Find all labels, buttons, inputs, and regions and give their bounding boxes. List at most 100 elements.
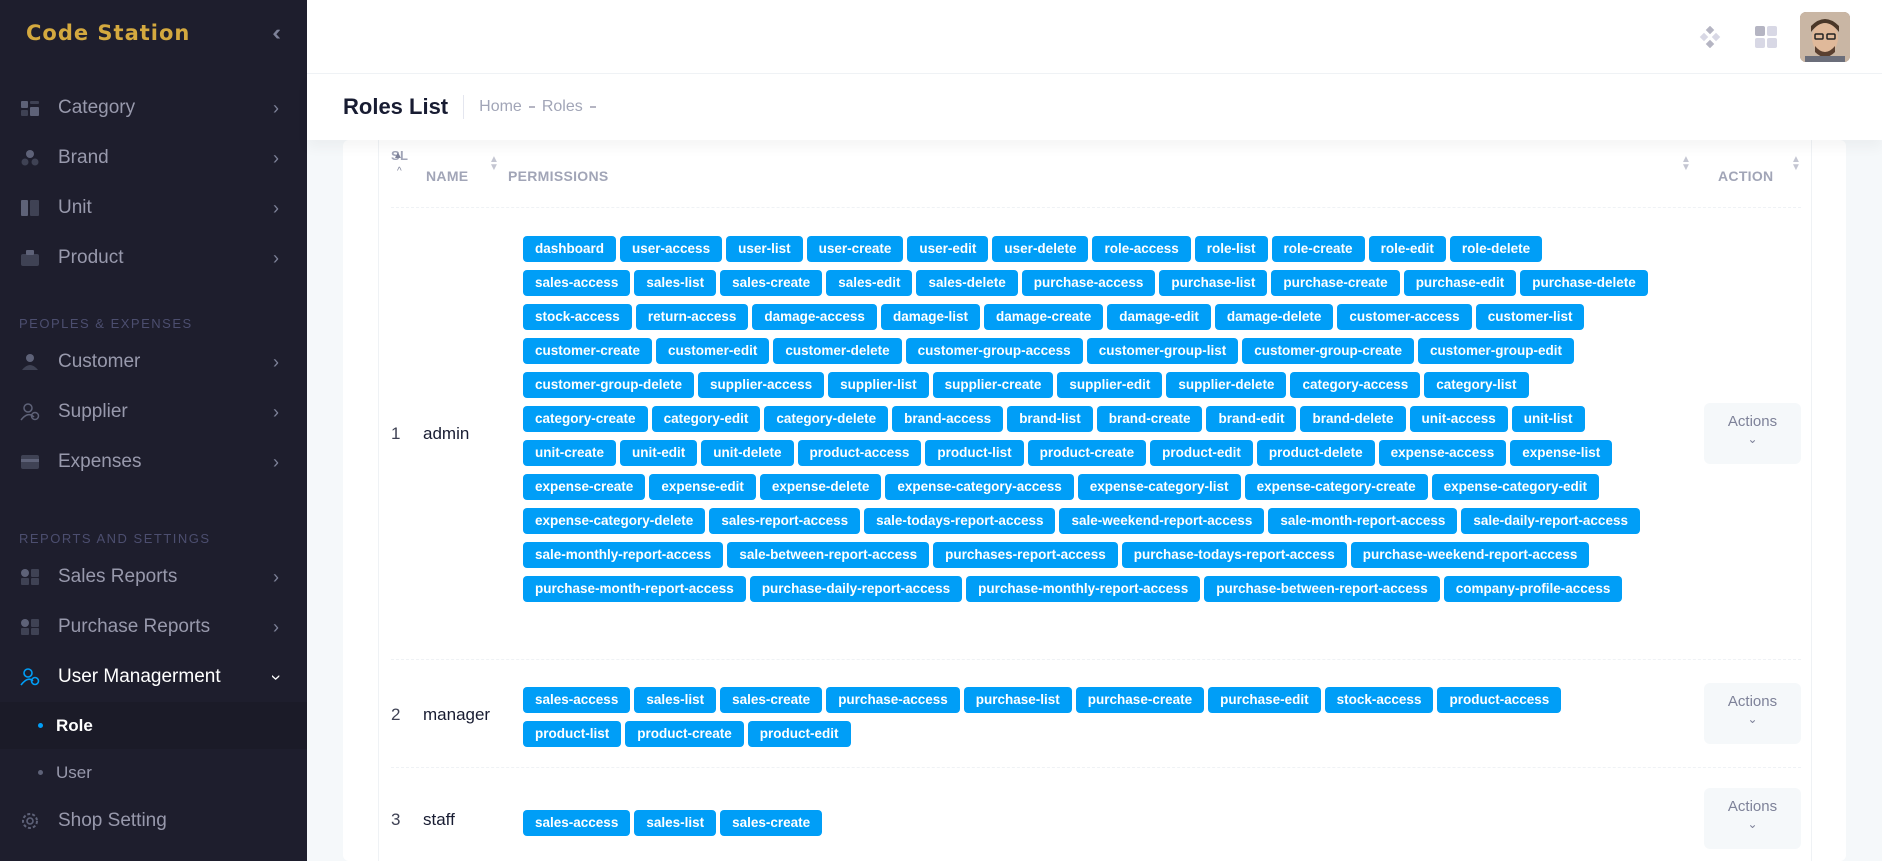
permission-badge: sale-monthly-report-access <box>523 542 724 568</box>
actions-label: Actions <box>1727 693 1778 710</box>
permission-badge: customer-group-edit <box>1418 338 1575 364</box>
permission-badge: company-profile-access <box>1443 576 1623 602</box>
actions-label: Actions <box>1727 413 1778 430</box>
permission-badge: product-create <box>625 721 744 747</box>
sidebar-item-label: Supplier <box>58 401 128 422</box>
user-management-icon <box>20 668 40 686</box>
permission-badge: customer-group-access <box>905 338 1083 364</box>
roles-table: SL ▲ ^ NAME ▲ ▼ PERMISSIONS ▲ ▼ ACTION ▲ ▼ … <box>378 140 1812 861</box>
permission-badge: customer-delete <box>773 338 902 364</box>
permission-badge: sales-list <box>634 687 717 713</box>
permission-badge: product-list <box>523 721 622 747</box>
user-avatar[interactable] <box>1800 12 1850 62</box>
permission-badge: category-edit <box>651 406 761 432</box>
sidebar-item-brand[interactable]: Brand › <box>0 133 307 183</box>
permission-badge: role-list <box>1194 236 1268 262</box>
permission-badge: sales-create <box>720 687 823 713</box>
permission-badge: sales-create <box>720 810 823 836</box>
sidebar-item-sales-reports[interactable]: Sales Reports › <box>0 552 307 602</box>
column-header-name[interactable]: NAME <box>426 168 468 184</box>
actions-dropdown-button[interactable]: Actions ⌄ <box>1704 403 1801 464</box>
table-header: SL ▲ ^ NAME ▲ ▼ PERMISSIONS ▲ ▼ ACTION ▲ ▼ <box>391 140 1801 208</box>
permission-badge: expense-category-create <box>1244 474 1428 500</box>
permission-badge: customer-access <box>1337 304 1472 330</box>
column-header-action[interactable]: ACTION <box>1718 168 1773 184</box>
permission-badge: category-list <box>1424 372 1529 398</box>
permission-badge: brand-access <box>892 406 1004 432</box>
chevron-down-icon: › <box>266 674 287 680</box>
row-name: admin <box>423 424 470 443</box>
sidebar-item-unit[interactable]: Unit › <box>0 183 307 233</box>
section-reports-settings: REPORTS AND SETTINGS <box>19 531 211 546</box>
permission-badge: stock-access <box>523 304 632 330</box>
chevron-right-icon: › <box>273 616 279 637</box>
breadcrumb-home[interactable]: Home <box>479 98 522 116</box>
top-header <box>307 0 1882 74</box>
permission-badge: supplier-access <box>698 372 825 398</box>
sidebar-item-purchase-reports[interactable]: Purchase Reports › <box>0 602 307 652</box>
permission-badge: sales-create <box>720 270 823 296</box>
theme-toggle-icon[interactable] <box>1688 15 1732 59</box>
sidebar-item-product[interactable]: Product › <box>0 233 307 283</box>
sidebar-item-customer[interactable]: Customer › <box>0 337 307 387</box>
column-header-permissions[interactable]: PERMISSIONS <box>508 168 609 184</box>
permission-badge: unit-edit <box>620 440 698 466</box>
sort-icon: ▲ ▼ <box>489 154 499 173</box>
sort-icon: ▲ ▼ <box>1681 154 1691 173</box>
permission-badge: expense-edit <box>649 474 756 500</box>
collapse-sidebar-icon[interactable]: ‹‹ <box>272 20 280 46</box>
permission-badge: purchase-create <box>1271 270 1400 296</box>
chevron-right-icon: › <box>273 351 279 372</box>
page-title: Roles List <box>343 94 449 119</box>
permission-badge: purchase-list <box>1159 270 1268 296</box>
logo-row: Code Station ‹‹ <box>0 0 307 65</box>
sort-icon: ▲ ▼ <box>1791 154 1801 173</box>
permission-badge: product-access <box>1437 687 1562 713</box>
actions-dropdown-button[interactable]: Actions ⌄ <box>1704 788 1801 849</box>
permission-badge: role-access <box>1092 236 1191 262</box>
breadcrumb-separator <box>589 106 596 108</box>
actions-dropdown-button[interactable]: Actions ⌄ <box>1704 683 1801 744</box>
sidebar-subitem-role[interactable]: Role <box>0 702 307 749</box>
permission-badge: damage-edit <box>1107 304 1211 330</box>
sidebar-item-supplier[interactable]: Supplier › <box>0 387 307 437</box>
app-logo[interactable]: Code Station <box>26 21 190 45</box>
breadcrumb-roles[interactable]: Roles <box>542 98 583 116</box>
permission-badge: purchase-between-report-access <box>1204 576 1440 602</box>
sidebar-item-label: Customer <box>58 351 141 372</box>
permission-badge: purchase-daily-report-access <box>749 576 963 602</box>
permission-badge: expense-category-delete <box>523 508 706 534</box>
sidebar-item-category[interactable]: Category › <box>0 83 307 133</box>
expenses-icon <box>20 453 40 471</box>
permission-badge: expense-category-access <box>885 474 1074 500</box>
table-row: 1 admin dashboard user-access user-list use… <box>391 208 1801 660</box>
sidebar-item-shop-setting[interactable]: Shop Setting <box>0 796 307 846</box>
row-name: manager <box>423 705 491 724</box>
permission-badge: expense-category-edit <box>1431 474 1599 500</box>
permission-badge: sale-daily-report-access <box>1461 508 1640 534</box>
permission-badge: customer-group-create <box>1242 338 1414 364</box>
permission-badge: category-delete <box>764 406 889 432</box>
permission-badge: purchase-create <box>1075 687 1205 713</box>
sidebar-item-expenses[interactable]: Expenses › <box>0 437 307 487</box>
page-toolbar: Roles List Home Roles <box>307 74 1882 140</box>
permission-badge: category-access <box>1290 372 1421 398</box>
permission-badge: purchase-access <box>826 687 960 713</box>
sidebar-subitem-user[interactable]: User <box>0 749 307 796</box>
sidebar-item-label: Sales Reports <box>58 566 178 587</box>
brand-icon <box>20 149 40 167</box>
sidebar-item-user-management[interactable]: User Managerment › <box>0 652 307 702</box>
apps-grid-icon[interactable] <box>1744 15 1788 59</box>
permission-badge: sale-weekend-report-access <box>1059 508 1265 534</box>
permission-badge: sales-access <box>523 810 631 836</box>
permission-badge: customer-group-list <box>1086 338 1239 364</box>
sidebar: Code Station ‹‹ Category › Brand › Unit … <box>0 0 307 861</box>
unit-icon <box>20 199 40 217</box>
permission-badge: product-create <box>1027 440 1147 466</box>
permission-badge: purchase-todays-report-access <box>1121 542 1347 568</box>
permission-badge: purchase-access <box>1021 270 1156 296</box>
permission-badge: sale-todays-report-access <box>864 508 1056 534</box>
permission-badge: unit-list <box>1511 406 1585 432</box>
permission-badge: sale-month-report-access <box>1268 508 1458 534</box>
permission-badge: expense-access <box>1378 440 1507 466</box>
